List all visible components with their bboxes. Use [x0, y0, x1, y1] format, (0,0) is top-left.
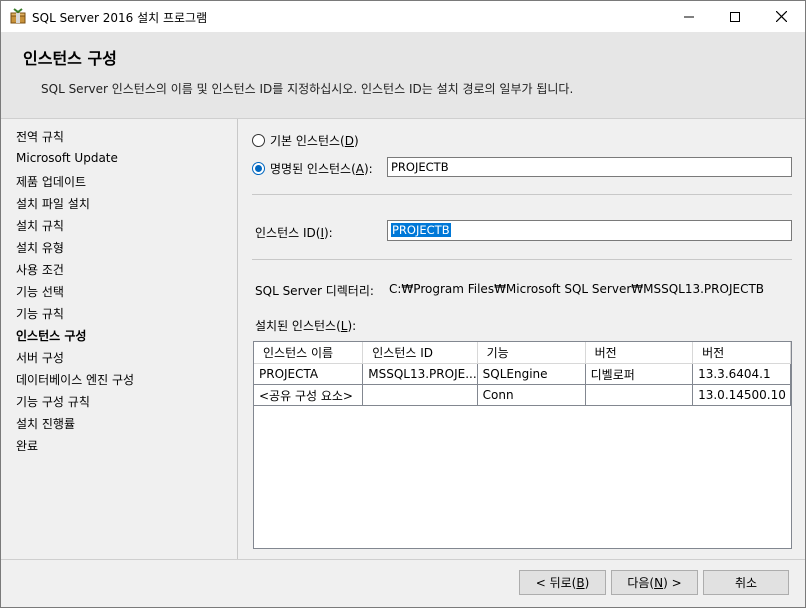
- instance-id-label: 인스턴스 ID(I):: [255, 226, 333, 240]
- sidebar-item-install-rules[interactable]: 설치 규칙: [16, 217, 64, 234]
- table-row[interactable]: PROJECTA MSSQL13.PROJE... SQLEngine 디벨로퍼…: [254, 363, 791, 385]
- table-cell: PROJECTA: [254, 363, 364, 385]
- table-cell: MSSQL13.PROJE...: [362, 363, 478, 385]
- sidebar-item-installation-type[interactable]: 설치 유형: [16, 239, 64, 256]
- sidebar-item-complete[interactable]: 완료: [16, 437, 38, 454]
- window-title: SQL Server 2016 설치 프로그램: [32, 11, 208, 25]
- table-cell: <공유 구성 요소>: [254, 384, 364, 406]
- sidebar-item-database-engine-configuration[interactable]: 데이터베이스 엔진 구성: [16, 371, 134, 388]
- sql-server-directory-label: SQL Server 디렉터리:: [255, 284, 374, 298]
- instance-id-selected-text: PROJECTB: [391, 223, 451, 237]
- installed-instances-table: 인스턴스 이름 인스턴스 ID 기능 버전 버전 PROJECTA MSSQL1…: [254, 342, 791, 406]
- sidebar-item-install-setup-files[interactable]: 설치 파일 설치: [16, 195, 90, 212]
- instance-configuration-panel: 기본 인스턴스(D) 명명된 인스턴스(A): PROJECTB 인스턴스 ID…: [238, 119, 805, 559]
- column-header-edition[interactable]: 버전: [585, 342, 694, 364]
- divider: [252, 259, 792, 260]
- default-instance-label: 기본 인스턴스(D): [270, 134, 359, 148]
- installed-instances-label: 설치된 인스턴스(L):: [255, 319, 357, 333]
- page-title: 인스턴스 구성: [23, 49, 117, 68]
- column-header-features[interactable]: 기능: [477, 342, 586, 364]
- table-cell: 디벨로퍼: [585, 363, 694, 385]
- table-cell: SQLEngine: [477, 363, 586, 385]
- radio-checked-icon: [252, 162, 265, 175]
- named-instance-label: 명명된 인스턴스(A):: [270, 162, 373, 176]
- minimize-button[interactable]: [666, 1, 712, 32]
- sidebar-item-installation-progress[interactable]: 설치 진행률: [16, 415, 75, 432]
- next-button[interactable]: 다음(N) >: [611, 570, 698, 595]
- sidebar-item-instance-configuration[interactable]: 인스턴스 구성: [16, 327, 86, 344]
- table-cell: [362, 384, 478, 406]
- table-cell: [585, 384, 694, 406]
- cancel-button[interactable]: 취소: [703, 570, 789, 595]
- installed-instances-grid[interactable]: 인스턴스 이름 인스턴스 ID 기능 버전 버전 PROJECTA MSSQL1…: [253, 341, 792, 549]
- named-instance-radio[interactable]: 명명된 인스턴스(A):: [252, 160, 373, 177]
- column-header-instance-id[interactable]: 인스턴스 ID: [362, 342, 478, 364]
- sidebar-item-feature-rules[interactable]: 기능 규칙: [16, 305, 64, 322]
- divider: [252, 194, 792, 195]
- close-button[interactable]: [758, 1, 804, 32]
- maximize-icon: [730, 11, 740, 22]
- table-cell: 13.0.14500.10: [692, 384, 791, 406]
- radio-unchecked-icon: [252, 134, 265, 147]
- named-instance-input[interactable]: PROJECTB: [387, 157, 792, 177]
- wizard-footer: < 뒤로(B) 다음(N) > 취소: [1, 559, 805, 607]
- sidebar-item-microsoft-update[interactable]: Microsoft Update: [16, 151, 118, 165]
- table-row[interactable]: <공유 구성 요소> Conn 13.0.14500.10: [254, 384, 791, 406]
- sql-setup-box-icon: [10, 8, 26, 24]
- instance-id-input[interactable]: PROJECTB: [387, 220, 792, 241]
- minimize-icon: [684, 16, 694, 17]
- page-header: 인스턴스 구성 SQL Server 인스턴스의 이름 및 인스턴스 ID를 지…: [1, 32, 805, 119]
- sidebar-item-server-configuration[interactable]: 서버 구성: [16, 349, 64, 366]
- sidebar-item-feature-selection[interactable]: 기능 선택: [16, 283, 64, 300]
- sql-server-directory-value: C:₩Program Files₩Microsoft SQL Server₩MS…: [389, 282, 765, 296]
- column-header-instance-name[interactable]: 인스턴스 이름: [254, 342, 364, 364]
- maximize-button[interactable]: [712, 1, 758, 32]
- table-header-row: 인스턴스 이름 인스턴스 ID 기능 버전 버전: [254, 342, 791, 364]
- page-subtitle: SQL Server 인스턴스의 이름 및 인스턴스 ID를 지정하십시오. 인…: [41, 82, 574, 96]
- close-icon: [775, 11, 787, 22]
- column-header-version[interactable]: 버전: [692, 342, 791, 364]
- sidebar-item-license-terms[interactable]: 사용 조건: [16, 261, 64, 278]
- back-button[interactable]: < 뒤로(B): [519, 570, 606, 595]
- setup-window: SQL Server 2016 설치 프로그램 인스턴스 구성 SQL Serv…: [0, 0, 806, 608]
- table-cell: Conn: [477, 384, 586, 406]
- table-cell: 13.3.6404.1: [692, 363, 791, 385]
- default-instance-radio[interactable]: 기본 인스턴스(D): [252, 132, 359, 149]
- sidebar-item-product-updates[interactable]: 제품 업데이트: [16, 173, 86, 190]
- sidebar-item-feature-configuration-rules[interactable]: 기능 구성 규칙: [16, 393, 90, 410]
- setup-steps-sidebar: 전역 규칙 Microsoft Update 제품 업데이트 설치 파일 설치 …: [1, 119, 238, 559]
- sidebar-item-global-rules[interactable]: 전역 규칙: [16, 128, 64, 145]
- title-bar[interactable]: SQL Server 2016 설치 프로그램: [1, 1, 805, 32]
